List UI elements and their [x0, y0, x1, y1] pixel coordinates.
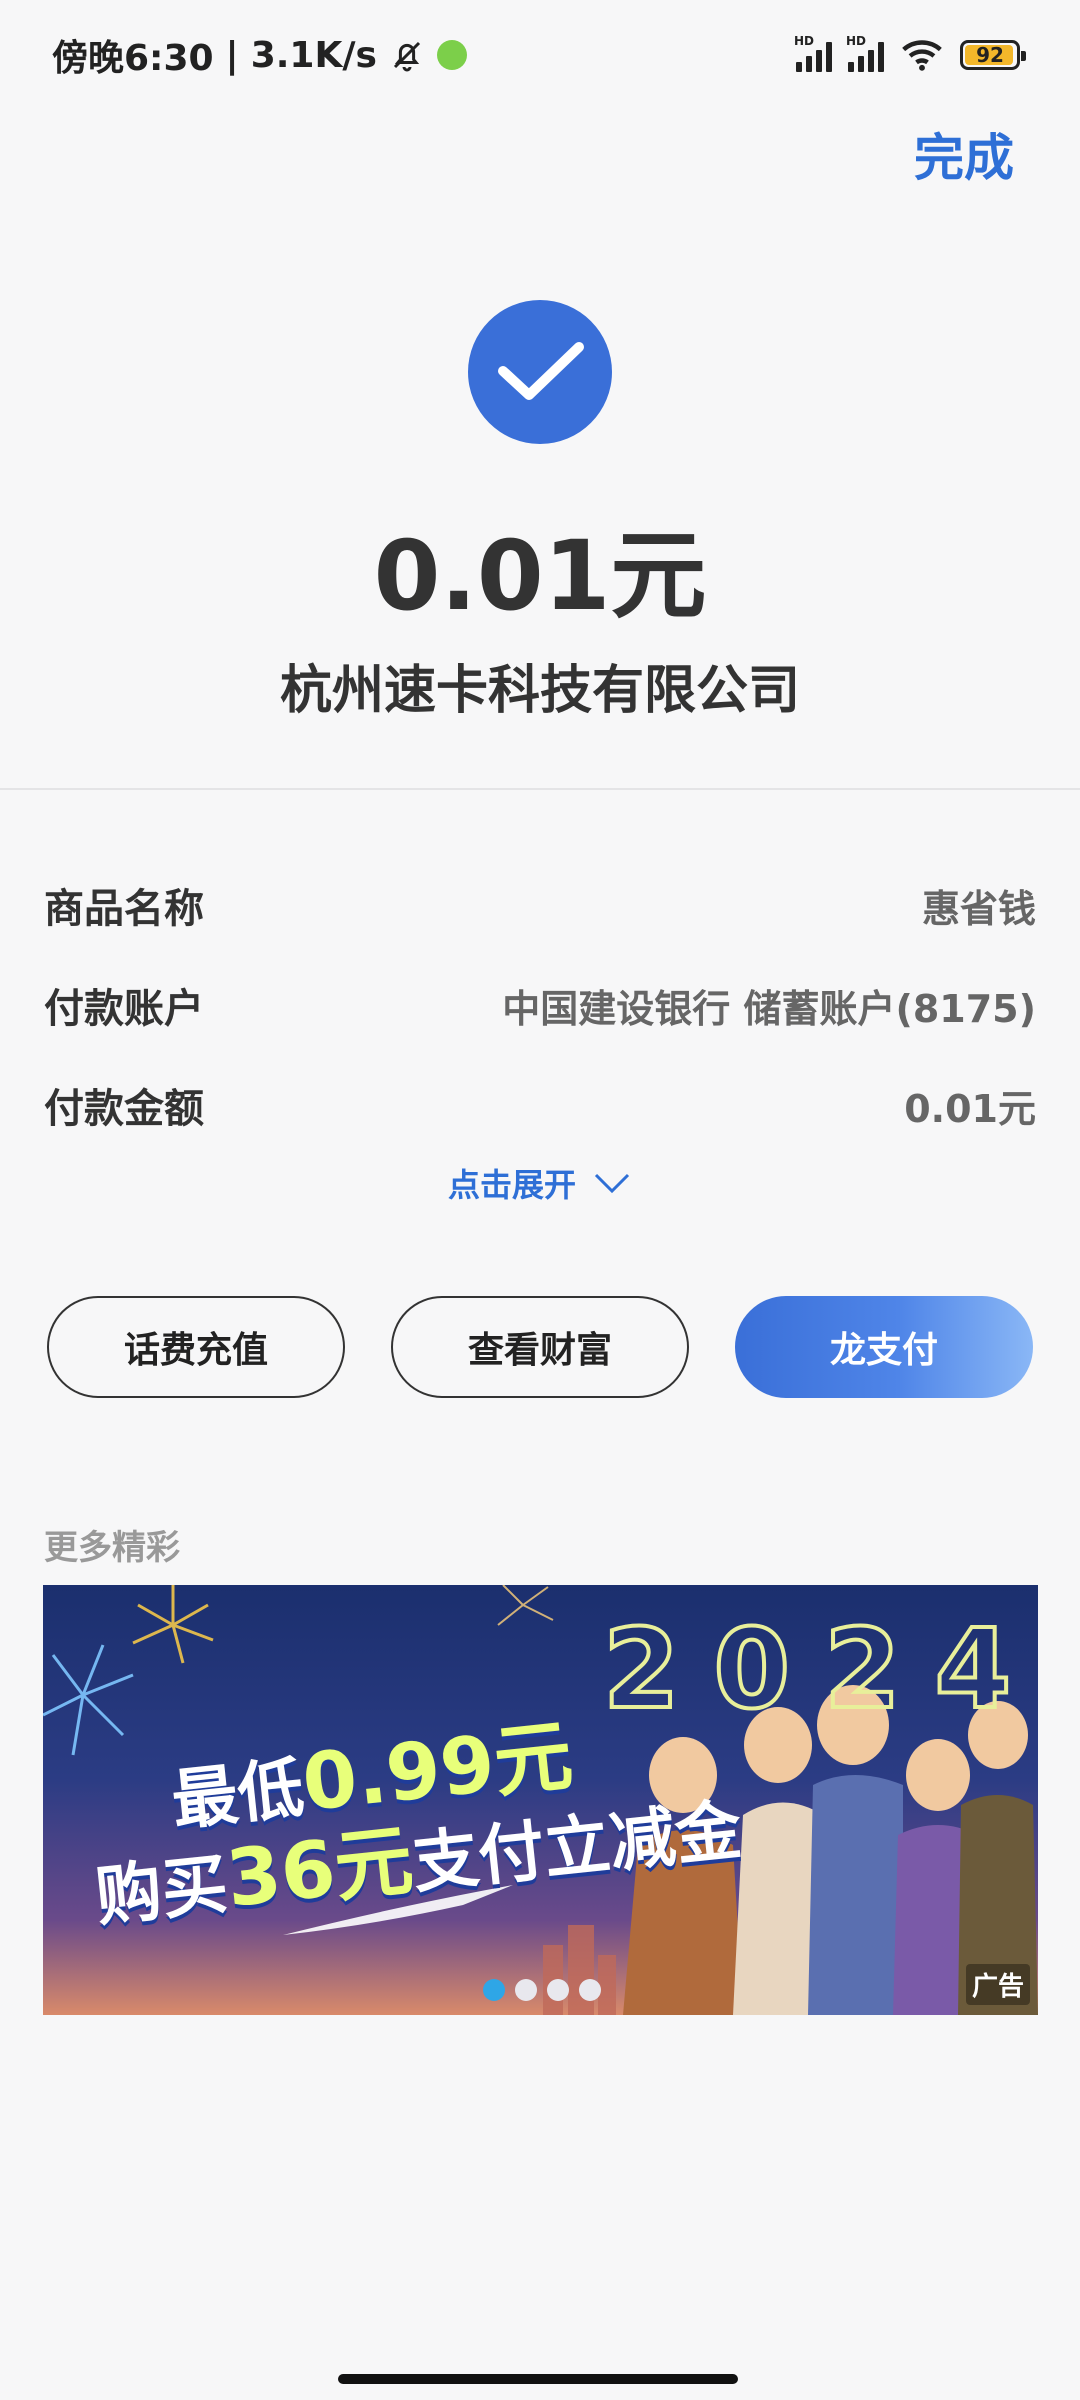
banner-line2-prefix: 购买 — [92, 1845, 232, 1936]
status-right: HD HD 92 — [794, 34, 1026, 72]
wifi-icon — [902, 40, 942, 71]
status-network-speed: 3.1K/s — [250, 34, 377, 76]
success-check-icon — [468, 300, 612, 444]
status-separator: | — [225, 34, 239, 76]
app-notification-icon — [436, 40, 467, 70]
detail-row-amount: 付款金额 0.01元 — [44, 1076, 1036, 1134]
carousel-dot[interactable] — [547, 1979, 569, 2001]
divider — [0, 788, 1080, 790]
banner-line2-highlight: 36元 — [222, 1815, 418, 1925]
topup-button[interactable]: 话费充值 — [47, 1296, 345, 1398]
detail-label: 商品名称 — [44, 886, 204, 932]
status-left: 傍晚6:30 | 3.1K/s — [52, 29, 467, 81]
payment-amount: 0.01元 — [373, 520, 707, 632]
carousel-dot[interactable] — [483, 1979, 505, 2001]
more-section-title: 更多精彩 — [44, 1528, 180, 1568]
detail-value: 中国建设银行 储蓄账户(8175) — [502, 986, 1036, 1031]
expand-details-button[interactable]: 点击展开 — [0, 1160, 1080, 1206]
promo-banner[interactable]: 2024 最低0.99元 购买36元支付立减金 广告 — [43, 1585, 1038, 2015]
status-time: 傍晚6:30 — [52, 38, 214, 79]
ad-badge: 广告 — [965, 1964, 1030, 2005]
banner-year: 2024 — [601, 1603, 1038, 1735]
detail-label: 付款金额 — [44, 1086, 204, 1132]
long-pay-button[interactable]: 龙支付 — [735, 1296, 1033, 1398]
signal-icon-2: HD — [846, 34, 884, 72]
hd-label-1: HD — [794, 34, 815, 48]
expand-label: 点击展开 — [447, 1166, 576, 1204]
detail-row-product: 商品名称 惠省钱 — [44, 876, 1036, 934]
home-indicator[interactable] — [338, 2374, 738, 2384]
hd-label-2: HD — [846, 34, 867, 48]
merchant-name: 杭州速卡科技有限公司 — [279, 661, 800, 721]
detail-value: 惠省钱 — [921, 886, 1036, 931]
detail-label: 付款账户 — [44, 986, 204, 1032]
bell-muted-icon — [393, 41, 421, 72]
chevron-down-icon — [594, 1173, 630, 1194]
signal-icon-1: HD — [794, 34, 832, 72]
battery-icon: 92 — [960, 40, 1026, 70]
view-wealth-button[interactable]: 查看财富 — [391, 1296, 689, 1398]
carousel-dot[interactable] — [579, 1979, 601, 2001]
detail-row-account: 付款账户 中国建设银行 储蓄账户(8175) — [44, 976, 1036, 1034]
done-button[interactable]: 完成 — [914, 118, 1014, 190]
status-bar: 傍晚6:30 | 3.1K/s HD HD 92 — [0, 0, 1080, 110]
carousel-dots — [483, 1979, 601, 2001]
detail-value: 0.01元 — [904, 1086, 1036, 1131]
battery-level: 92 — [976, 43, 1004, 67]
payment-success-screen: 傍晚6:30 | 3.1K/s HD HD 92 完成 0.01元 杭州速卡科技… — [0, 0, 1080, 2400]
carousel-dot[interactable] — [515, 1979, 537, 2001]
